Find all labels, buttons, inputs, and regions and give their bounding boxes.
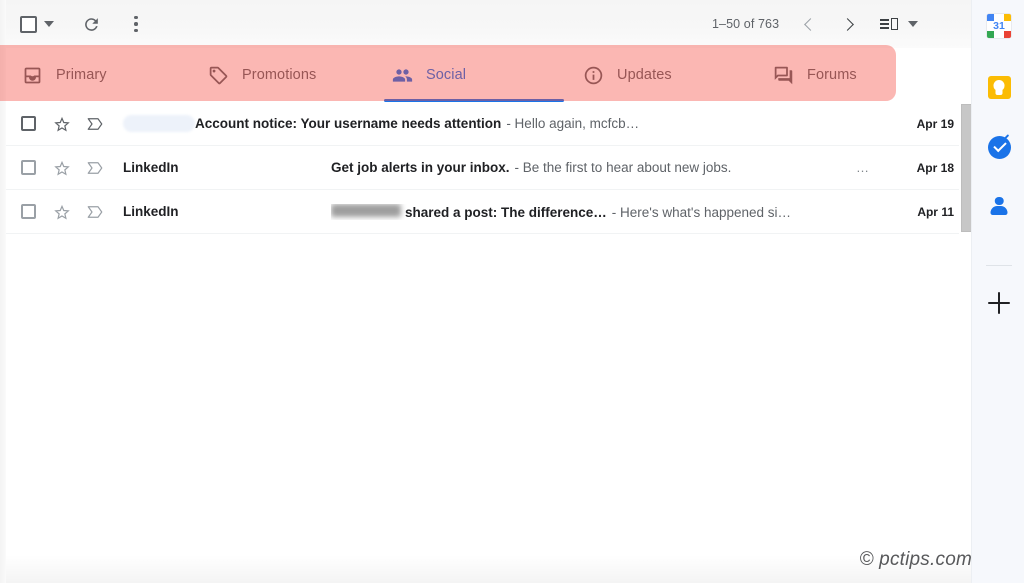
subject-container: Account notice: Your username needs atte… [195, 116, 880, 131]
email-date: Apr 11 [917, 204, 954, 219]
tab-updates-label: Updates [617, 67, 672, 83]
side-panel-add-ons-button[interactable] [985, 289, 1013, 317]
star-icon[interactable] [53, 203, 71, 221]
sender-name: LinkedIn [123, 160, 179, 175]
sender-name: LinkedIn [123, 204, 179, 219]
info-icon [583, 65, 604, 86]
subject-container: shared a post: The difference… - Here's … [331, 203, 880, 220]
google-keep-icon [987, 75, 1011, 99]
inbox-tab-strip: Primary Promotions Social Updates Forums [6, 48, 971, 102]
plus-icon [988, 292, 1010, 314]
email-snippet: - Here's what's happened si… [611, 204, 792, 220]
email-subject: Get job alerts in your inbox. [331, 160, 510, 175]
split-pane-dropdown-button[interactable] [903, 6, 923, 42]
side-panel-item-keep[interactable] [985, 73, 1013, 101]
blurred-person-name [331, 203, 401, 217]
watermark: © pctips.com [859, 549, 972, 570]
email-snippet: - Be the first to hear about new jobs. [514, 160, 732, 175]
side-panel-divider [986, 265, 1012, 266]
email-snippet: - Hello again, mcfcb… [506, 116, 640, 131]
split-pane-icon [880, 18, 899, 30]
checkbox-icon [19, 15, 37, 33]
inbox-icon [22, 65, 43, 86]
google-calendar-icon: 31 [987, 14, 1011, 38]
next-page-button[interactable] [831, 6, 867, 42]
email-subject: Account notice: Your username needs atte… [195, 116, 502, 131]
forum-icon [773, 65, 794, 86]
star-icon[interactable] [53, 159, 71, 177]
gmail-window: 1–50 of 763 Primary Promotions Social Up… [0, 0, 1024, 583]
tab-promotions[interactable]: Promotions [206, 48, 316, 102]
table-row[interactable]: Account notice: Your username needs atte… [6, 102, 971, 146]
email-date: Apr 19 [916, 116, 954, 131]
refresh-icon [84, 17, 98, 31]
row-checkbox[interactable] [21, 204, 36, 219]
important-marker-icon[interactable] [86, 115, 104, 133]
tab-primary[interactable]: Primary [20, 48, 107, 102]
tab-forums[interactable]: Forums [771, 48, 857, 102]
tab-social[interactable]: Social [390, 48, 466, 102]
calendar-date-badge: 31 [993, 20, 1005, 32]
tab-updates[interactable]: Updates [581, 48, 672, 102]
table-row[interactable]: LinkedIn shared a post: The difference… … [6, 190, 971, 234]
sender-name-redacted [123, 115, 195, 132]
tag-icon [208, 65, 229, 86]
side-panel-item-calendar[interactable]: 31 [985, 12, 1013, 40]
pagination-controls: 1–50 of 763 [712, 0, 923, 48]
row-checkbox[interactable] [21, 160, 36, 175]
tab-social-label: Social [426, 67, 467, 83]
refresh-button[interactable] [75, 8, 107, 40]
chevron-left-icon [804, 17, 818, 31]
google-apps-side-panel: 31 [971, 0, 1024, 583]
pagination-range: 1–50 of 763 [712, 17, 780, 31]
people-icon [392, 65, 413, 86]
google-tasks-icon [987, 133, 1011, 159]
email-list: Account notice: Your username needs atte… [6, 102, 971, 583]
mail-pane: 1–50 of 763 Primary Promotions Social Up… [0, 0, 977, 583]
three-dot-menu-icon [134, 15, 138, 33]
important-marker-icon[interactable] [86, 203, 104, 221]
tab-forums-label: Forums [807, 67, 857, 83]
side-panel-item-contacts[interactable] [985, 192, 1013, 220]
select-dropdown-button[interactable] [36, 8, 62, 40]
chevron-right-icon [841, 17, 855, 31]
email-date: Apr 18 [916, 160, 954, 175]
more-options-button[interactable] [120, 8, 152, 40]
subject-container: Get job alerts in your inbox. - Be the f… [331, 160, 856, 175]
google-contacts-icon [988, 195, 1011, 218]
chevron-down-icon [908, 21, 919, 27]
mail-toolbar: 1–50 of 763 [6, 0, 971, 48]
table-row[interactable]: LinkedIn Get job alerts in your inbox. -… [6, 146, 971, 190]
side-panel-item-tasks[interactable] [985, 133, 1013, 161]
row-overflow-ellipsis: … [856, 160, 870, 175]
chevron-down-icon [44, 21, 54, 27]
important-marker-icon[interactable] [86, 159, 104, 177]
email-subject: shared a post: The difference… [405, 204, 607, 220]
tab-primary-label: Primary [56, 67, 107, 83]
tab-promotions-label: Promotions [242, 67, 317, 83]
row-checkbox[interactable] [21, 116, 36, 131]
split-pane-toggle-button[interactable] [875, 6, 903, 42]
star-icon[interactable] [53, 115, 71, 133]
previous-page-button[interactable] [791, 6, 827, 42]
